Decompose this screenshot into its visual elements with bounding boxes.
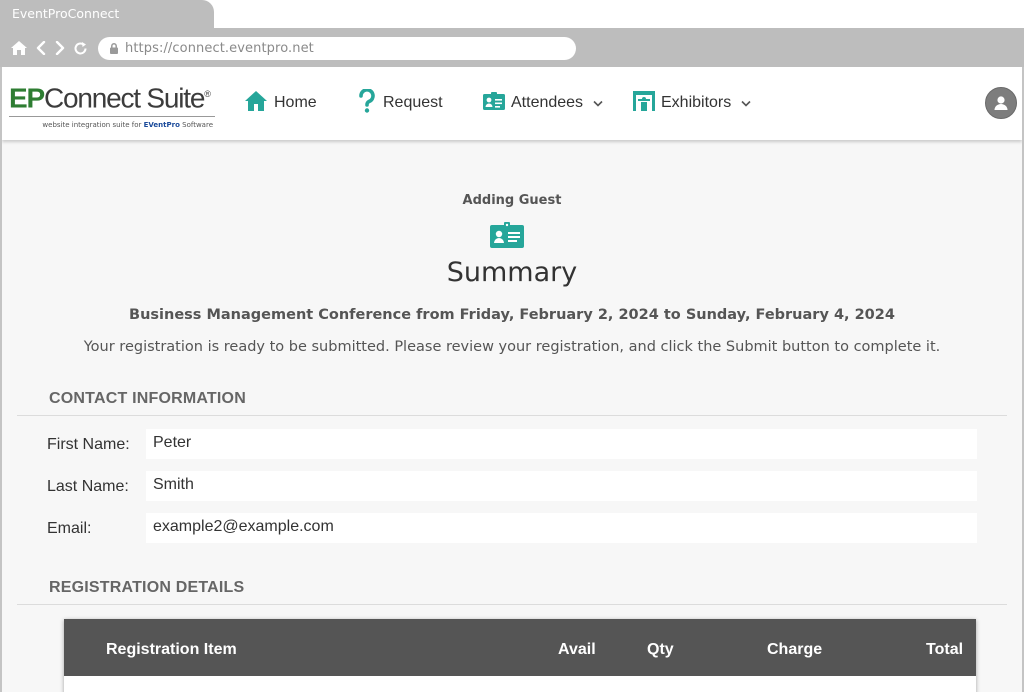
browser-tab[interactable]: EventProConnect (0, 0, 214, 28)
email-label: Email: (47, 520, 92, 537)
column-header-qty: Qty (647, 641, 674, 658)
event-description: Business Management Conference from Frid… (129, 307, 895, 323)
registration-details-heading: REGISTRATION DETAILS (49, 579, 245, 596)
user-avatar-icon[interactable] (985, 87, 1017, 119)
booth-icon (633, 90, 655, 116)
guest-badge-icon (490, 222, 524, 248)
registration-table: Registration Item Avail Qty Charge Total (64, 619, 976, 692)
email-row: Email: example2@example.com (47, 513, 977, 543)
column-header-registration-item: Registration Item (106, 641, 237, 658)
reload-icon[interactable] (73, 40, 88, 56)
back-arrow-icon[interactable] (35, 40, 47, 56)
chevron-down-icon (593, 100, 603, 107)
forward-arrow-icon[interactable] (54, 40, 66, 56)
email-value: example2@example.com (146, 513, 977, 543)
browser-tab-bar: EventProConnect (0, 0, 1024, 28)
url-text: https://connect.eventpro.net (125, 41, 314, 56)
question-mark-icon (357, 87, 377, 118)
nav-home[interactable]: Home (244, 90, 317, 117)
last-name-row: Last Name: Smith (47, 471, 977, 501)
section-divider (17, 604, 1007, 605)
last-name-label: Last Name: (47, 478, 129, 495)
last-name-value: Smith (146, 471, 977, 501)
nav-request[interactable]: Request (357, 87, 443, 118)
ep-connect-suite-logo[interactable]: EPConnect Suite® website integration sui… (9, 79, 219, 131)
house-icon (244, 90, 268, 117)
lock-icon (108, 42, 122, 56)
registration-table-header: Registration Item Avail Qty Charge Total (64, 619, 976, 676)
column-header-total: Total (926, 641, 964, 658)
address-bar[interactable]: https://connect.eventpro.net (98, 37, 576, 60)
browser-toolbar: https://connect.eventpro.net (0, 28, 1024, 67)
first-name-value: Peter (146, 429, 977, 459)
page-content: EPConnect Suite® website integration sui… (2, 67, 1022, 692)
page-subtitle: Adding Guest (462, 193, 562, 208)
chevron-down-icon (741, 100, 751, 107)
page-title: Summary (446, 257, 578, 288)
first-name-row: First Name: Peter (47, 429, 977, 459)
contact-information-heading: CONTACT INFORMATION (49, 390, 246, 407)
instructions-text: Your registration is ready to be submitt… (83, 339, 941, 355)
id-card-icon (483, 91, 505, 115)
column-header-charge: Charge (767, 641, 823, 658)
nav-exhibitors[interactable]: Exhibitors (633, 90, 751, 116)
first-name-label: First Name: (47, 436, 130, 453)
section-divider (17, 415, 1007, 416)
site-header: EPConnect Suite® website integration sui… (2, 67, 1022, 140)
nav-attendees[interactable]: Attendees (483, 91, 603, 115)
home-icon[interactable] (10, 40, 28, 56)
column-header-avail: Avail (558, 641, 596, 658)
